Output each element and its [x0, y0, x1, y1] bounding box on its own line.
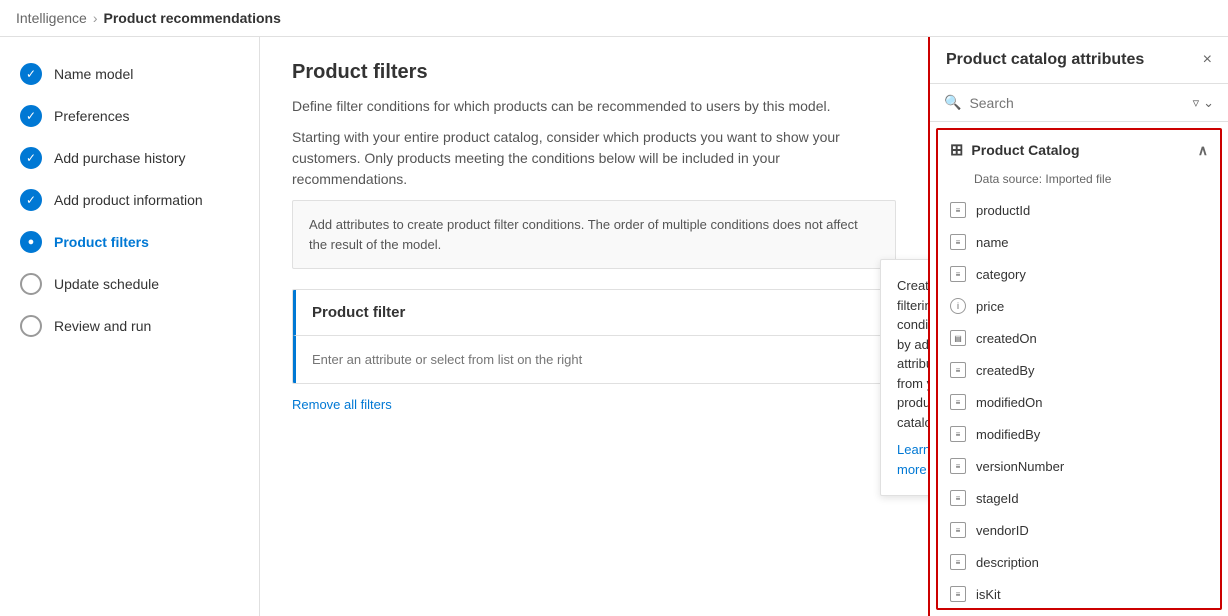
right-panel: Product catalog attributes × 🔍 ▿ ⌄ ⊞ Pro… — [928, 37, 1228, 616]
tooltip-box: Create filtering conditions by adding at… — [880, 259, 928, 496]
catalog-datasource: Data source: Imported file — [938, 170, 1220, 194]
attr-icon-price: i — [950, 298, 966, 314]
step-label-update-schedule: Update schedule — [54, 276, 159, 292]
breadcrumb: Intelligence › Product recommendations — [16, 10, 281, 26]
remove-all-filters-link[interactable]: Remove all filters — [292, 397, 392, 412]
attr-item-createdby[interactable]: ≡ createdBy — [938, 354, 1220, 386]
tooltip-learn-more-link[interactable]: Learn more — [897, 440, 928, 479]
sort-icon[interactable]: ⌄ — [1203, 95, 1214, 111]
attr-label-modifiedby: modifiedBy — [976, 427, 1040, 442]
attr-icon-stageid: ≡ — [950, 490, 966, 506]
step-circle-review-and-run — [20, 315, 42, 337]
attr-item-price[interactable]: iprice — [938, 290, 1220, 322]
breadcrumb-current: Product recommendations — [104, 10, 281, 26]
collapse-icon[interactable]: ∧ — [1198, 142, 1208, 159]
attribute-list: ≡ productId ≡ name ≡ category iprice ▤ createdOn… — [938, 194, 1220, 610]
attr-icon-name: ≡ — [950, 234, 966, 250]
search-input[interactable] — [969, 95, 1184, 111]
attr-icon-category: ≡ — [950, 266, 966, 282]
attr-item-category[interactable]: ≡ category — [938, 258, 1220, 290]
attr-icon-vendorid: ≡ — [950, 522, 966, 538]
attr-item-modifiedby[interactable]: ≡ modifiedBy — [938, 418, 1220, 450]
description-2: Starting with your entire product catalo… — [292, 127, 896, 190]
tooltip-text: Create filtering conditions by adding at… — [897, 278, 928, 430]
step-circle-update-schedule — [20, 273, 42, 295]
step-circle-name-model: ✓ — [20, 63, 42, 85]
info-box: Add attributes to create product filter … — [292, 200, 896, 269]
breadcrumb-parent[interactable]: Intelligence — [16, 10, 87, 26]
sidebar-item-add-product-information[interactable]: ✓ Add product information — [0, 179, 259, 221]
attr-icon-modifiedon: ≡ — [950, 394, 966, 410]
description-1: Define filter conditions for which produ… — [292, 96, 896, 117]
attr-item-iskit[interactable]: ≡ isKit — [938, 578, 1220, 610]
attr-item-modifiedon[interactable]: ≡ modifiedOn — [938, 386, 1220, 418]
attr-item-createdon[interactable]: ▤ createdOn — [938, 322, 1220, 354]
sidebar-item-update-schedule[interactable]: Update schedule — [0, 263, 259, 305]
step-circle-preferences: ✓ — [20, 105, 42, 127]
attr-item-versionnumber[interactable]: ≡ versionNumber — [938, 450, 1220, 482]
attr-label-price: price — [976, 299, 1004, 314]
panel-header: Product catalog attributes × — [930, 37, 1228, 84]
step-label-product-filters: Product filters — [54, 234, 149, 250]
attr-icon-createdby: ≡ — [950, 362, 966, 378]
filter-section: Product filter — [292, 289, 896, 384]
search-icon: 🔍 — [944, 94, 961, 111]
attr-item-name[interactable]: ≡ name — [938, 226, 1220, 258]
panel-title: Product catalog attributes — [946, 51, 1144, 69]
attr-icon-modifiedby: ≡ — [950, 426, 966, 442]
attr-label-createdon: createdOn — [976, 331, 1037, 346]
attr-icon-iskit: ≡ — [950, 586, 966, 602]
attr-item-stageid[interactable]: ≡ stageId — [938, 482, 1220, 514]
sidebar-item-name-model[interactable]: ✓ Name model — [0, 53, 259, 95]
step-label-add-product-information: Add product information — [54, 192, 203, 208]
panel-search-bar: 🔍 ▿ ⌄ — [930, 84, 1228, 122]
filter-input-row — [293, 336, 895, 383]
attr-label-category: category — [976, 267, 1026, 282]
attr-label-vendorid: vendorID — [976, 523, 1029, 538]
sidebar: ✓ Name model ✓ Preferences ✓ Add purchase his… — [0, 37, 260, 616]
attr-label-description: description — [976, 555, 1039, 570]
attr-label-productid: productId — [976, 203, 1030, 218]
attr-item-description[interactable]: ≡ description — [938, 546, 1220, 578]
filter-attribute-input[interactable] — [312, 348, 879, 371]
attr-label-name: name — [976, 235, 1009, 250]
attr-item-vendorid[interactable]: ≡ vendorID — [938, 514, 1220, 546]
content-area: Product filters Define filter conditions… — [260, 37, 928, 616]
attr-item-productid[interactable]: ≡ productId — [938, 194, 1220, 226]
step-label-review-and-run: Review and run — [54, 318, 151, 334]
attr-icon-description: ≡ — [950, 554, 966, 570]
attr-label-createdby: createdBy — [976, 363, 1035, 378]
catalog-name: Product Catalog — [971, 142, 1079, 158]
attr-label-iskit: isKit — [976, 587, 1001, 602]
filter-sort-icons: ▿ ⌄ — [1193, 95, 1214, 111]
step-circle-product-filters: ● — [20, 231, 42, 253]
sidebar-item-preferences[interactable]: ✓ Preferences — [0, 95, 259, 137]
attr-icon-createdon: ▤ — [950, 330, 966, 346]
step-label-preferences: Preferences — [54, 108, 129, 124]
sidebar-item-review-and-run[interactable]: Review and run — [0, 305, 259, 347]
catalog-header: ⊞ Product Catalog ∧ — [938, 130, 1220, 170]
main-layout: ✓ Name model ✓ Preferences ✓ Add purchase his… — [0, 37, 1228, 616]
step-circle-add-purchase-history: ✓ — [20, 147, 42, 169]
attr-label-versionnumber: versionNumber — [976, 459, 1064, 474]
step-label-name-model: Name model — [54, 66, 133, 82]
close-icon[interactable]: × — [1203, 51, 1212, 69]
attr-label-modifiedon: modifiedOn — [976, 395, 1042, 410]
attr-icon-versionnumber: ≡ — [950, 458, 966, 474]
breadcrumb-separator: › — [93, 10, 98, 26]
step-circle-add-product-information: ✓ — [20, 189, 42, 211]
sidebar-item-add-purchase-history[interactable]: ✓ Add purchase history — [0, 137, 259, 179]
step-label-add-purchase-history: Add purchase history — [54, 150, 186, 166]
sidebar-item-product-filters[interactable]: ● Product filters — [0, 221, 259, 263]
attr-label-stageid: stageId — [976, 491, 1019, 506]
catalog-section: ⊞ Product Catalog ∧ Data source: Importe… — [936, 128, 1222, 610]
attr-icon-productid: ≡ — [950, 202, 966, 218]
filter-section-title: Product filter — [293, 290, 895, 336]
top-bar: Intelligence › Product recommendations — [0, 0, 1228, 37]
table-icon: ⊞ — [950, 140, 963, 160]
filter-icon[interactable]: ▿ — [1193, 95, 1200, 111]
page-title: Product filters — [292, 61, 896, 84]
